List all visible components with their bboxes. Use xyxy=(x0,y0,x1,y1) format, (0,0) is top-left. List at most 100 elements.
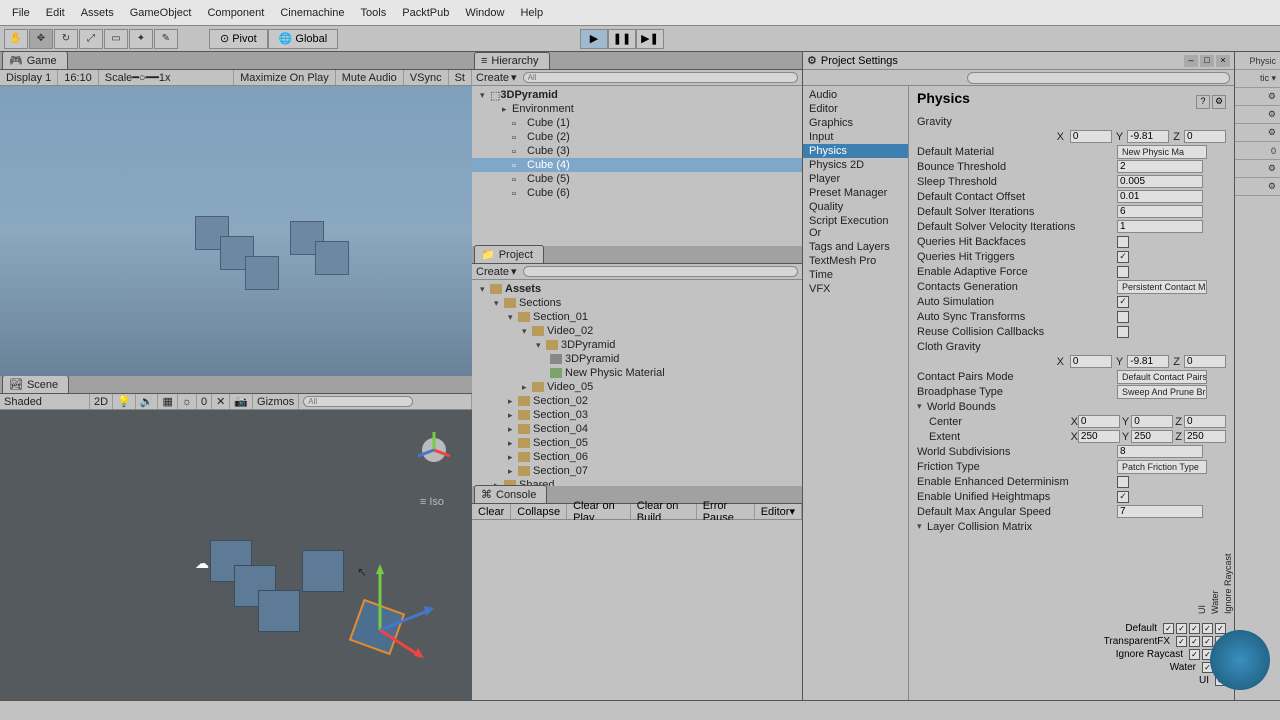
settings-search[interactable] xyxy=(967,72,1230,84)
queries-triggers-check[interactable]: ✓ xyxy=(1117,251,1129,263)
tool-rect[interactable]: ▭ xyxy=(104,29,128,49)
cloth-gravity-x[interactable] xyxy=(1070,355,1112,368)
hierarchy-item[interactable]: ▫Cube (1) xyxy=(472,116,802,130)
hierarchy-search[interactable] xyxy=(523,72,798,83)
orientation-gizmo[interactable] xyxy=(414,430,454,470)
solver-iterations[interactable] xyxy=(1117,205,1203,218)
inspector-row[interactable]: ⚙ xyxy=(1235,178,1280,196)
project-folder[interactable]: ▸Section_05 xyxy=(472,436,802,450)
matrix-check[interactable]: ✓ xyxy=(1163,623,1174,634)
matrix-check[interactable]: ✓ xyxy=(1202,623,1213,634)
queries-backfaces-check[interactable] xyxy=(1117,236,1129,248)
window-close[interactable]: × xyxy=(1216,55,1230,67)
cloth-gravity-z[interactable] xyxy=(1184,355,1226,368)
play-button[interactable]: ▶ xyxy=(580,29,608,49)
cat-preset[interactable]: Preset Manager xyxy=(803,186,908,200)
center-x[interactable] xyxy=(1078,415,1120,428)
bounce-threshold[interactable] xyxy=(1117,160,1203,173)
inspector-row[interactable]: ⚙ xyxy=(1235,160,1280,178)
camera-toggle[interactable]: 📷 xyxy=(230,394,253,409)
shading-dropdown[interactable]: Shaded xyxy=(0,394,90,409)
step-button[interactable]: ▶❚ xyxy=(636,29,664,49)
project-search[interactable] xyxy=(523,266,798,277)
auto-sync-check[interactable] xyxy=(1117,311,1129,323)
display-dropdown[interactable]: Display 1 xyxy=(0,70,58,85)
cat-graphics[interactable]: Graphics xyxy=(803,116,908,130)
friction-dropdown[interactable]: Patch Friction Type xyxy=(1117,460,1207,474)
inspector-row[interactable]: ⚙ xyxy=(1235,106,1280,124)
project-folder[interactable]: ▸Section_02 xyxy=(472,394,802,408)
move-gizmo[interactable] xyxy=(370,560,450,660)
scene-search[interactable] xyxy=(303,396,413,407)
menu-file[interactable]: File xyxy=(4,3,38,23)
scale-slider[interactable]: Scale ━○━━ 1x xyxy=(99,70,234,85)
menu-window[interactable]: Window xyxy=(457,3,512,23)
project-folder[interactable]: ▾Video_02 xyxy=(472,324,802,338)
gizmo-toggle-2[interactable]: 0 xyxy=(197,394,212,409)
cat-vfx[interactable]: VFX xyxy=(803,282,908,296)
gizmos-dropdown[interactable]: Gizmos xyxy=(253,394,299,409)
center-y[interactable] xyxy=(1131,415,1173,428)
menu-tools[interactable]: Tools xyxy=(353,3,395,23)
stats-toggle[interactable]: St xyxy=(449,70,472,85)
contact-pairs-dropdown[interactable]: Default Contact Pairs xyxy=(1117,370,1207,384)
cat-editor[interactable]: Editor xyxy=(803,102,908,116)
game-view[interactable] xyxy=(0,86,472,376)
hierarchy-item-selected[interactable]: ▫Cube (4) xyxy=(472,158,802,172)
hierarchy-list[interactable]: ▾⬚3DPyramid ▸Environment ▫Cube (1) ▫Cube… xyxy=(472,86,802,246)
reuse-collision-check[interactable] xyxy=(1117,326,1129,338)
hierarchy-scene-root[interactable]: ▾⬚3DPyramid xyxy=(472,88,802,102)
project-file[interactable]: New Physic Material xyxy=(472,366,802,380)
console-body[interactable] xyxy=(472,520,802,700)
sleep-threshold[interactable] xyxy=(1117,175,1203,188)
pivot-toggle[interactable]: ⊙Pivot xyxy=(209,29,268,49)
matrix-check[interactable]: ✓ xyxy=(1176,623,1187,634)
world-subdiv[interactable] xyxy=(1117,445,1203,458)
hierarchy-create[interactable]: Create xyxy=(476,72,509,84)
window-minimize[interactable]: – xyxy=(1184,55,1198,67)
tab-scene[interactable]: 🏞Scene xyxy=(2,375,69,393)
extent-y[interactable] xyxy=(1131,430,1173,443)
gravity-y[interactable] xyxy=(1127,130,1169,143)
2d-toggle[interactable]: 2D xyxy=(90,394,113,409)
tool-custom[interactable]: ✎ xyxy=(154,29,178,49)
menu-component[interactable]: Component xyxy=(199,3,272,23)
audio-toggle[interactable]: 🔊 xyxy=(136,394,159,409)
project-folder[interactable]: ▸Section_07 xyxy=(472,464,802,478)
hierarchy-item[interactable]: ▫Cube (6) xyxy=(472,186,802,200)
matrix-check[interactable]: ✓ xyxy=(1176,636,1187,647)
cat-physics2d[interactable]: Physics 2D xyxy=(803,158,908,172)
contact-offset[interactable] xyxy=(1117,190,1203,203)
console-clear-build[interactable]: Clear on Build xyxy=(631,504,697,519)
menu-assets[interactable]: Assets xyxy=(73,3,122,23)
extent-z[interactable] xyxy=(1184,430,1226,443)
fx-toggle[interactable]: ▦ xyxy=(158,394,177,409)
maximize-toggle[interactable]: Maximize On Play xyxy=(234,70,336,85)
cat-physics[interactable]: Physics xyxy=(803,144,908,158)
inspector-row[interactable]: ⚙ xyxy=(1235,124,1280,142)
cat-quality[interactable]: Quality xyxy=(803,200,908,214)
project-folder[interactable]: ▾3DPyramid xyxy=(472,338,802,352)
hierarchy-item[interactable]: ▸Environment xyxy=(472,102,802,116)
project-file[interactable]: 3DPyramid xyxy=(472,352,802,366)
project-folder[interactable]: ▸Section_04 xyxy=(472,422,802,436)
determinism-check[interactable] xyxy=(1117,476,1129,488)
cat-tags-layers[interactable]: Tags and Layers xyxy=(803,240,908,254)
tool-transform[interactable]: ✦ xyxy=(129,29,153,49)
console-editor[interactable]: Editor ▾ xyxy=(755,504,802,519)
help-icon[interactable]: ? xyxy=(1196,95,1210,109)
max-angular-speed[interactable] xyxy=(1117,505,1203,518)
project-folder[interactable]: ▸Video_05 xyxy=(472,380,802,394)
gravity-x[interactable] xyxy=(1070,130,1112,143)
menu-edit[interactable]: Edit xyxy=(38,3,73,23)
cat-tmp[interactable]: TextMesh Pro xyxy=(803,254,908,268)
center-z[interactable] xyxy=(1184,415,1226,428)
menu-cinemachine[interactable]: Cinemachine xyxy=(272,3,352,23)
menu-help[interactable]: Help xyxy=(512,3,551,23)
matrix-check[interactable]: ✓ xyxy=(1189,636,1200,647)
gravity-z[interactable] xyxy=(1184,130,1226,143)
inspector-row[interactable]: ⚙ xyxy=(1235,88,1280,106)
project-folder[interactable]: ▾Sections xyxy=(472,296,802,310)
gizmo-toggle-1[interactable]: ☼ xyxy=(178,394,197,409)
cloth-gravity-y[interactable] xyxy=(1127,355,1169,368)
